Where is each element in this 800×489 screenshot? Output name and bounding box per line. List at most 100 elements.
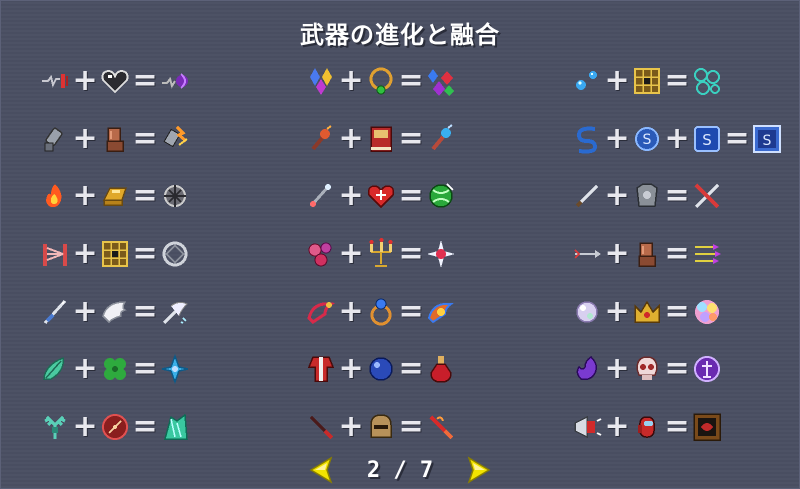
helmet-passive-icon[interactable] (363, 409, 399, 445)
page-title: 武器の進化と融合 (300, 21, 500, 49)
armor-glove-passive-icon[interactable] (97, 121, 133, 157)
equals-sign: = (664, 409, 690, 445)
recipe-row: + = (37, 351, 193, 387)
armor-passive-icon[interactable] (629, 178, 665, 214)
recipe-row: + = (569, 178, 785, 214)
water-drops-weapon-icon[interactable] (569, 63, 605, 99)
crossed-swords-evolution-icon[interactable] (689, 178, 725, 214)
clock-ring-evolution-icon[interactable] (157, 236, 193, 272)
wand-weapon-icon[interactable] (303, 178, 339, 214)
equals-sign: = (664, 63, 690, 98)
plus-sign: + (338, 178, 364, 214)
sword-weapon-icon[interactable] (569, 178, 605, 214)
recipe-row: + = (303, 121, 459, 157)
gold-ingot-passive-icon[interactable] (97, 178, 133, 214)
grid-passive-icon[interactable] (97, 236, 133, 272)
svg-text:S: S (763, 133, 772, 149)
star-burst-evolution-icon[interactable] (423, 236, 459, 272)
spellbook-passive-icon[interactable] (363, 121, 399, 157)
framed-tablet-evolution-icon[interactable] (689, 409, 725, 445)
skull-passive-icon[interactable] (629, 351, 665, 387)
equals-sign: = (398, 63, 424, 98)
recipe-column-2: + = + = + = + = + = + = + = (303, 63, 459, 467)
crystal-leaf-evolution-icon[interactable] (157, 351, 193, 387)
recipe-row: + = (37, 409, 193, 445)
torch-weapon-icon[interactable] (303, 121, 339, 157)
plus-sign: + (604, 409, 630, 445)
thunder-fist-evolution-icon[interactable] (157, 121, 193, 157)
ring-passive-icon[interactable] (363, 294, 399, 330)
equals-sign: = (398, 236, 424, 272)
svg-text:S: S (702, 131, 712, 149)
gems-weapon-icon[interactable] (303, 63, 339, 99)
crown-passive-icon[interactable] (629, 294, 665, 330)
heart-passive-icon[interactable] (97, 63, 133, 99)
plus-sign: + (338, 409, 364, 445)
equals-sign: = (398, 178, 424, 214)
dagger-weapon-icon[interactable] (303, 409, 339, 445)
grid-passive-icon[interactable] (629, 63, 665, 99)
fire-horn-evolution-icon[interactable] (423, 294, 459, 330)
plus-sign: + (338, 236, 364, 272)
red-horn-weapon-icon[interactable] (303, 294, 339, 330)
purple-sigil-evolution-icon[interactable] (689, 351, 725, 387)
feather-sword-weapon-icon[interactable] (37, 294, 73, 330)
wings-passive-icon[interactable] (97, 294, 133, 330)
blue-torch-evolution-icon[interactable] (423, 121, 459, 157)
feather-storm-evolution-icon[interactable] (157, 294, 193, 330)
emerald-shard-evolution-icon[interactable] (157, 409, 193, 445)
leaf-weapon-icon[interactable] (37, 351, 73, 387)
whip-weapon-icon[interactable] (37, 63, 73, 99)
bubble-orbs-weapon-icon[interactable] (303, 236, 339, 272)
recipe-row: + = (37, 63, 193, 99)
blue-orb-passive-icon[interactable] (363, 351, 399, 387)
purple-flame-weapon-icon[interactable] (569, 351, 605, 387)
red-potion-evolution-icon[interactable] (423, 351, 459, 387)
green-orb-evolution-icon[interactable] (423, 178, 459, 214)
bubble-cluster-evolution-icon[interactable] (689, 63, 725, 99)
necklace-passive-icon[interactable] (363, 63, 399, 99)
equals-sign: = (132, 236, 158, 272)
plus-sign: + (338, 120, 364, 156)
plus-sign: + (72, 63, 98, 98)
fire-wand-weapon-icon[interactable] (37, 178, 73, 214)
triple-arrow-evolution-icon[interactable] (689, 236, 725, 272)
red-figure-passive-icon[interactable] (629, 409, 665, 445)
recipe-column-1: + = + = + = + = + = + = + = (37, 63, 193, 467)
bloody-tear-evolution-icon[interactable] (157, 63, 193, 99)
equals-sign: = (664, 236, 690, 272)
next-page-arrow-icon[interactable] (463, 455, 493, 485)
pearl-weapon-icon[interactable] (569, 294, 605, 330)
clover-passive-icon[interactable] (97, 351, 133, 387)
recipe-row: + = (303, 63, 459, 99)
svg-text:S: S (643, 132, 652, 148)
heart-cross-passive-icon[interactable] (363, 178, 399, 214)
rune-stone-evolution-icon[interactable]: S (749, 121, 785, 157)
candelabra-passive-icon[interactable] (363, 236, 399, 272)
plus-sign: + (664, 120, 690, 156)
coin-rune-passive-icon[interactable]: S (629, 121, 665, 157)
plus-sign: + (604, 63, 630, 98)
plus-sign: + (604, 236, 630, 272)
rune-tablet-passive-icon[interactable]: S (689, 121, 725, 157)
fence-weapon-icon[interactable] (37, 236, 73, 272)
gem-cluster-evolution-icon[interactable] (423, 63, 459, 99)
plus-sign: + (72, 236, 98, 272)
antler-weapon-icon[interactable] (37, 409, 73, 445)
plus-sign: + (72, 409, 98, 445)
compass-passive-icon[interactable] (97, 409, 133, 445)
recipe-row: + = (37, 294, 193, 330)
red-robe-weapon-icon[interactable] (303, 351, 339, 387)
rainbow-gem-evolution-icon[interactable] (689, 294, 725, 330)
arrow-weapon-icon[interactable] (569, 236, 605, 272)
gauntlet-weapon-icon[interactable] (37, 121, 73, 157)
armor-glove-passive-icon[interactable] (629, 236, 665, 272)
flame-blade-evolution-icon[interactable] (423, 409, 459, 445)
plus-sign: + (72, 293, 98, 329)
prev-page-arrow-icon[interactable] (307, 455, 337, 485)
hellfire-evolution-icon[interactable] (157, 178, 193, 214)
megaphone-weapon-icon[interactable] (569, 409, 605, 445)
recipe-row: + = (569, 294, 785, 330)
snake-rune-weapon-icon[interactable] (569, 121, 605, 157)
plus-sign: + (72, 351, 98, 387)
